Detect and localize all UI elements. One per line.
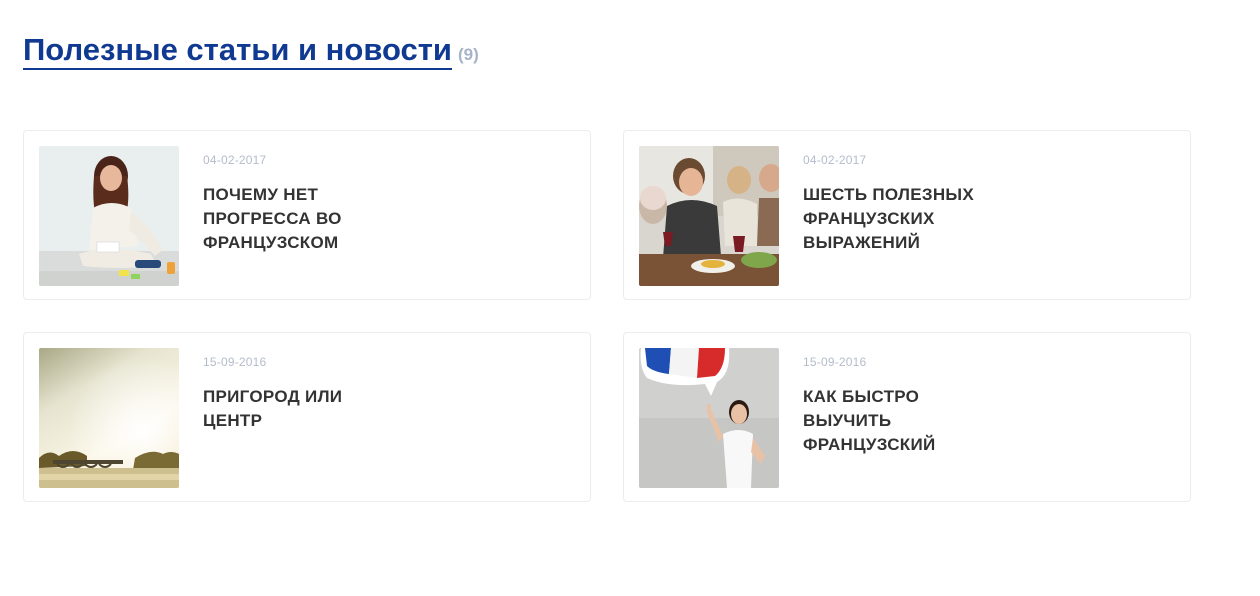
woman-writing-photo[interactable] <box>39 146 179 286</box>
article-title[interactable]: КАК БЫСТРО ВЫУЧИТЬ ФРАНЦУЗСКИЙ <box>803 385 993 457</box>
article-date: 04-02-2017 <box>803 153 867 167</box>
article-card[interactable]: 04-02-2017 ШЕСТЬ ПОЛЕЗНЫХ ФРАНЦУЗСКИХ ВЫ… <box>623 130 1191 300</box>
woman-french-flag-photo[interactable] <box>639 348 779 488</box>
article-date: 04-02-2017 <box>203 153 267 167</box>
article-title[interactable]: ШЕСТЬ ПОЛЕЗНЫХ ФРАНЦУЗСКИХ ВЫРАЖЕНИЙ <box>803 183 993 255</box>
article-count: (9) <box>458 45 479 64</box>
section-title-link[interactable]: Полезные статьи и новости <box>23 32 452 70</box>
article-card[interactable]: 15-09-2016 ПРИГОРОД ИЛИ ЦЕНТР <box>23 332 591 502</box>
article-title[interactable]: ПРИГОРОД ИЛИ ЦЕНТР <box>203 385 393 433</box>
article-date: 15-09-2016 <box>203 355 267 369</box>
family-dinner-photo[interactable] <box>639 146 779 286</box>
article-card[interactable]: 04-02-2017 ПОЧЕМУ НЕТ ПРОГРЕССА ВО ФРАНЦ… <box>23 130 591 300</box>
article-title[interactable]: ПОЧЕМУ НЕТ ПРОГРЕССА ВО ФРАНЦУЗСКОМ <box>203 183 393 255</box>
articles-section: Полезные статьи и новости (9) 04-02-2017… <box>0 0 1260 596</box>
article-card[interactable]: 15-09-2016 КАК БЫСТРО ВЫУЧИТЬ ФРАНЦУЗСКИ… <box>623 332 1191 502</box>
river-bridge-photo[interactable] <box>39 348 179 488</box>
section-heading: Полезные статьи и новости (9) <box>23 32 479 70</box>
article-date: 15-09-2016 <box>803 355 867 369</box>
